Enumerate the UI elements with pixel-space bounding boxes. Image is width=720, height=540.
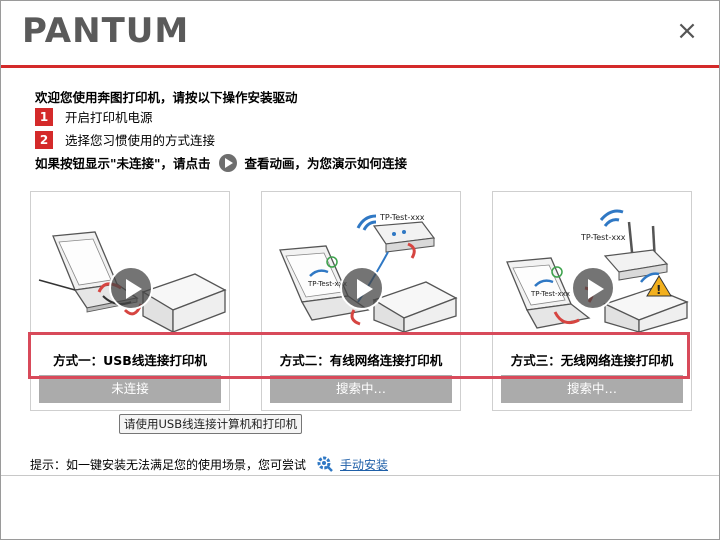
bottom-area	[1, 476, 719, 539]
header: PANTUM ×	[1, 1, 719, 65]
installer-window: PANTUM × 欢迎您使用奔图打印机，请按以下操作安装驱动 1 开启打印机电源…	[0, 0, 720, 540]
intro-text: 欢迎您使用奔图打印机，请按以下操作安装驱动	[35, 90, 298, 105]
play-animation-button[interactable]	[571, 266, 615, 310]
screen-ssid-label: TP-Test-xxx	[530, 290, 570, 298]
router-ssid-label: TP-Test-xxx	[580, 233, 626, 242]
hint-text-after: 查看动画，为您演示如何连接	[244, 156, 408, 171]
step-2: 2 选择您习惯使用的方式连接	[35, 130, 215, 149]
step-1: 1 开启打印机电源	[35, 107, 153, 126]
step-text: 选择您习惯使用的方式连接	[65, 133, 216, 148]
header-divider	[1, 65, 719, 68]
usb-tooltip: 请使用USB线连接计算机和打印机	[119, 414, 303, 434]
connection-status-button[interactable]: 未连接	[39, 375, 221, 403]
pantum-logo: PANTUM	[22, 11, 190, 51]
play-icon	[218, 153, 237, 172]
router-ssid-label: TP-Test-xxx	[379, 213, 425, 222]
close-button[interactable]: ×	[675, 18, 699, 44]
step-number-badge: 2	[35, 130, 53, 149]
animation-hint: 如果按钮显示"未连接"，请点击 查看动画，为您演示如何连接	[35, 153, 407, 172]
wired-illustration: TP-Test-xxx TP-Test-xxx	[279, 213, 458, 332]
hint-text-before: 如果按钮显示"未连接"，请点击	[35, 156, 211, 171]
connection-status-button[interactable]: 搜索中…	[270, 375, 452, 403]
manual-install-link[interactable]: 手动安装	[340, 456, 388, 473]
connection-status-button[interactable]: 搜索中…	[501, 375, 683, 403]
gear-icon	[317, 456, 333, 472]
step-text: 开启打印机电源	[65, 110, 153, 125]
footer-tip: 提示：如一键安装无法满足您的使用场景，您可尝试 手动安装	[30, 455, 388, 473]
method-highlight-box	[28, 332, 690, 379]
usb-illustration	[38, 231, 227, 332]
play-animation-button[interactable]	[109, 266, 153, 310]
play-animation-button[interactable]	[340, 266, 384, 310]
step-number-badge: 1	[35, 107, 53, 126]
svg-text:!: !	[656, 283, 661, 297]
wireless-illustration: TP-Test-xxx TP-Test-xxx !	[506, 209, 689, 332]
footer-tip-text: 提示：如一键安装无法满足您的使用场景，您可尝试	[30, 457, 307, 472]
